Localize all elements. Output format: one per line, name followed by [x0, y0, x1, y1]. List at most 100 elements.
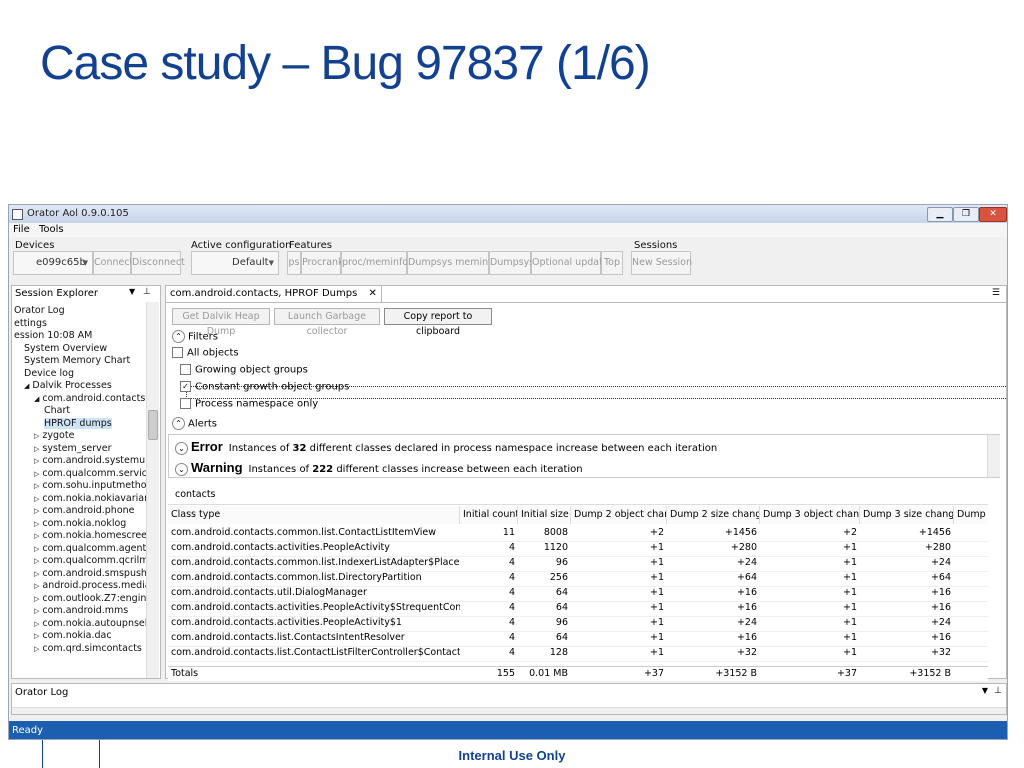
- filter-growing-groups[interactable]: Growing object groups: [180, 364, 308, 376]
- collapsed-arrow-icon[interactable]: ▷: [34, 457, 39, 465]
- tree-item[interactable]: System Overview: [24, 343, 107, 354]
- tree-item[interactable]: ▷ com.android.mms: [34, 605, 128, 616]
- alert-error[interactable]: ⌄ Error Instances of 32 different classes …: [175, 439, 717, 455]
- tree-item[interactable]: ▷ com.qualcomm.services: [34, 468, 158, 479]
- alerts-expander[interactable]: ⌃ Alerts: [172, 417, 217, 430]
- tree-item[interactable]: ▷ zygote: [34, 430, 74, 441]
- table-row[interactable]: com.android.contacts.util.DialogManager 4…: [168, 586, 988, 602]
- tree-item[interactable]: Chart: [44, 405, 70, 416]
- column-header[interactable]: Dump: [954, 506, 988, 524]
- tree-item[interactable]: ▷ com.android.smspush: [34, 568, 147, 579]
- column-header[interactable]: Initial count: [460, 506, 518, 524]
- explorer-scrollbar[interactable]: [146, 302, 159, 678]
- tree-item[interactable]: ▷ com.qualcomm.qcrilmsg: [34, 555, 159, 566]
- collapsed-arrow-icon[interactable]: ▷: [34, 470, 39, 478]
- tree-item[interactable]: ◢ Dalvik Processes: [24, 380, 112, 391]
- tab-list-icon[interactable]: ☰: [992, 288, 1000, 298]
- tree-item[interactable]: System Memory Chart: [24, 355, 130, 366]
- tree-item[interactable]: ▷ com.qualcomm.agent: [34, 543, 146, 554]
- collapsed-arrow-icon[interactable]: ▷: [34, 645, 39, 653]
- table-row[interactable]: com.android.contacts.common.list.Directo…: [168, 571, 988, 587]
- tree-item[interactable]: ▷ android.process.media: [34, 580, 151, 591]
- table-row[interactable]: com.android.contacts.common.list.Contact…: [168, 526, 988, 542]
- pin-icon[interactable]: ⊥: [994, 686, 1002, 696]
- chevron-down-icon[interactable]: ⌄: [175, 462, 188, 476]
- feature-dumpsys-button[interactable]: Dumpsys: [489, 251, 534, 275]
- alerts-scrollbar[interactable]: [987, 435, 1000, 477]
- tab-hprof-dumps[interactable]: com.android.contacts, HPROF Dumps ✕: [166, 286, 382, 302]
- collapsed-arrow-icon[interactable]: ▷: [34, 482, 39, 490]
- minimize-button[interactable]: ▁: [927, 207, 953, 222]
- column-header[interactable]: Dump 2 size change: [667, 506, 760, 524]
- tree-item[interactable]: ▷ com.nokia.dac: [34, 630, 112, 641]
- collapsed-arrow-icon[interactable]: ▷: [34, 432, 39, 440]
- connect-button[interactable]: Connect: [93, 251, 133, 275]
- disconnect-button[interactable]: Disconnect: [131, 251, 185, 275]
- log-hscrollbar[interactable]: [12, 707, 1006, 714]
- collapsed-arrow-icon[interactable]: ▷: [34, 570, 39, 578]
- feature-top-button[interactable]: Top: [601, 251, 623, 275]
- collapsed-arrow-icon[interactable]: ▷: [34, 632, 39, 640]
- collapsed-arrow-icon[interactable]: ▷: [34, 582, 39, 590]
- pane-menu-icon[interactable]: ▼: [129, 287, 135, 296]
- collapsed-arrow-icon[interactable]: ▷: [34, 557, 39, 565]
- checkbox[interactable]: [172, 347, 183, 358]
- tree-item[interactable]: ▷ com.android.systemui: [34, 455, 148, 466]
- close-window-button[interactable]: ✕: [979, 207, 1007, 222]
- collapsed-arrow-icon[interactable]: ▷: [34, 520, 39, 528]
- pane-menu-icon[interactable]: ▼: [982, 686, 988, 695]
- tree-item[interactable]: ettings: [14, 318, 47, 329]
- column-header[interactable]: Initial size: [518, 506, 571, 524]
- new-session-button[interactable]: New Session: [631, 251, 692, 275]
- column-header[interactable]: Dump 3 size change: [860, 506, 954, 524]
- tree-item[interactable]: HPROF dumps: [44, 417, 112, 429]
- get-heap-dump-button[interactable]: Get Dalvik Heap Dump: [172, 308, 270, 337]
- collapsed-arrow-icon[interactable]: ▷: [34, 507, 39, 515]
- tree-item[interactable]: ▷ com.nokia.noklog: [34, 518, 126, 529]
- tree-item[interactable]: ▷ com.outlook.Z7:engine: [34, 593, 152, 604]
- maximize-button[interactable]: ❐: [953, 207, 979, 222]
- table-row[interactable]: com.android.contacts.activities.PeopleAc…: [168, 601, 988, 617]
- table-row[interactable]: com.android.contacts.list.ContactListFil…: [168, 646, 988, 662]
- column-header[interactable]: Dump 3 object change: [760, 506, 860, 524]
- alert-warning[interactable]: ⌄ Warning Instances of 222 different class…: [175, 460, 583, 476]
- column-header[interactable]: Class type: [168, 506, 460, 524]
- collapsed-arrow-icon[interactable]: ▷: [34, 495, 39, 503]
- table-row[interactable]: com.android.contacts.activities.PeopleAc…: [168, 616, 988, 632]
- tree-item[interactable]: ▷ com.nokia.homescreen: [34, 530, 153, 541]
- close-icon[interactable]: ✕: [368, 288, 376, 299]
- device-select[interactable]: e099c65b ▼: [13, 251, 93, 275]
- tree-item[interactable]: ession 10:08 AM: [14, 330, 92, 341]
- checkbox[interactable]: [180, 364, 191, 375]
- tree-item[interactable]: ▷ com.android.phone: [34, 505, 135, 516]
- menu-file[interactable]: File: [13, 224, 30, 235]
- pin-icon[interactable]: ⊥: [143, 287, 151, 297]
- table-row[interactable]: com.android.contacts.common.list.Indexer…: [168, 556, 988, 572]
- scrollbar-thumb[interactable]: [148, 410, 158, 440]
- filter-all-objects[interactable]: All objects: [172, 347, 239, 359]
- tree-item[interactable]: ◢ com.android.contacts: [34, 393, 145, 404]
- collapsed-arrow-icon[interactable]: ▷: [34, 620, 39, 628]
- menu-tools[interactable]: Tools: [39, 224, 64, 235]
- filters-expander[interactable]: ⌃ Filters: [172, 330, 218, 343]
- filter-constant-growth-groups[interactable]: ✓ Constant growth object groups: [180, 381, 349, 393]
- tree-item[interactable]: ▷ com.qrd.simcontacts: [34, 643, 142, 654]
- tree-item[interactable]: Device log: [24, 368, 74, 379]
- config-select[interactable]: Default ▼: [191, 251, 279, 275]
- expanded-arrow-icon[interactable]: ◢: [34, 395, 39, 403]
- collapsed-arrow-icon[interactable]: ▷: [34, 607, 39, 615]
- chevron-down-icon[interactable]: ⌄: [175, 441, 188, 455]
- feature-optional-updates-button[interactable]: Optional updates: [531, 251, 614, 275]
- collapsed-arrow-icon[interactable]: ▷: [34, 445, 39, 453]
- copy-report-button[interactable]: Copy report to clipboard: [384, 308, 492, 337]
- launch-gc-button[interactable]: Launch Garbage collector: [274, 308, 380, 337]
- filter-process-namespace[interactable]: Process namespace only: [180, 398, 318, 410]
- checkbox-checked[interactable]: ✓: [180, 381, 191, 392]
- feature-ps-button[interactable]: ps: [287, 251, 301, 275]
- feature-proc-meminfo-button[interactable]: proc/meminfo: [341, 251, 408, 275]
- table-row[interactable]: com.android.contacts.activities.PeopleAc…: [168, 541, 988, 557]
- collapsed-arrow-icon[interactable]: ▷: [34, 595, 39, 603]
- collapsed-arrow-icon[interactable]: ▷: [34, 532, 39, 540]
- feature-dumpsys-meminfo-button[interactable]: Dumpsys meminfo: [407, 251, 497, 275]
- table-row[interactable]: com.android.contacts.list.ContactsIntent…: [168, 631, 988, 647]
